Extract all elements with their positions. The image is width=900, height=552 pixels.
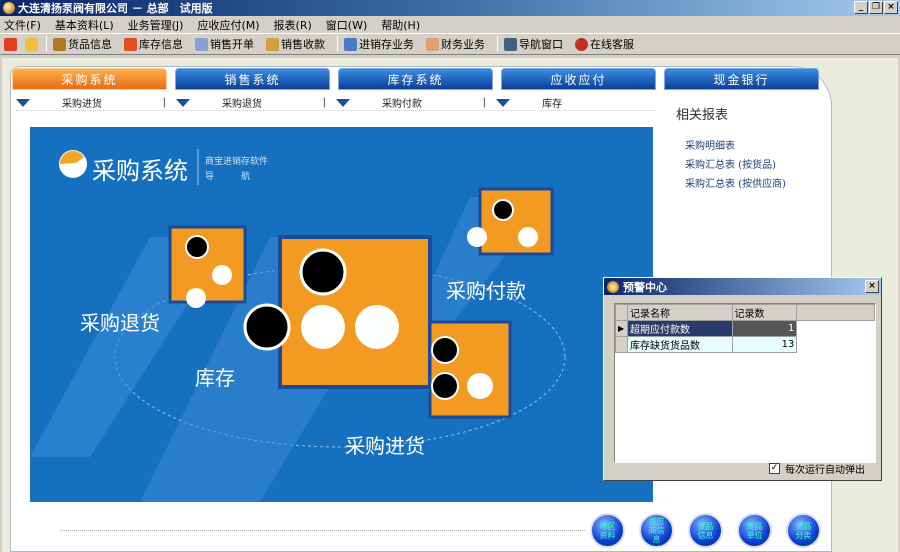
shortcut-region[interactable]: 地区资料 — [590, 513, 625, 548]
toolbar-goods-info[interactable]: 货品信息 — [53, 36, 112, 52]
alert-grid: 记录名称 记录数 ▶ 超期应付款数 1 库存缺货货品数 13 — [614, 303, 876, 463]
minimize-button[interactable]: _ — [854, 1, 868, 14]
cube-return — [168, 225, 247, 308]
divider — [60, 530, 585, 531]
navigation-icon — [504, 37, 517, 51]
subnav-purchase-in[interactable]: 采购进货 | — [16, 95, 176, 110]
banner-subtitle: 商宝进销存软件 — [205, 157, 269, 167]
inventory-business-icon — [344, 37, 357, 51]
power-icon — [4, 37, 17, 51]
reports-heading: 相关报表 — [676, 108, 729, 123]
related-reports: 相关报表 采购明细表 采购汇总表 (按货品) 采购汇总表 (按供应商) — [676, 104, 826, 194]
toolbar-finance[interactable]: 财务业务 — [426, 36, 485, 52]
toolbar-sales-receipt[interactable]: 销售收款 — [266, 36, 325, 52]
tab-receivable-payable[interactable]: 应收应付 — [501, 68, 656, 90]
key-icon — [25, 37, 38, 51]
exit-button[interactable] — [4, 37, 19, 51]
title-bar: 大连清扬泵阀有限公司 － 总部 试用版 _ ❐ × — [0, 0, 900, 16]
flow-label-return[interactable]: 采购退货 — [80, 307, 160, 336]
shortcut-goods-category[interactable]: 货品分类 — [786, 513, 821, 548]
qq-icon — [575, 37, 588, 51]
table-row[interactable]: 库存缺货货品数 13 — [615, 336, 875, 353]
separator — [337, 36, 338, 52]
row-count: 1 — [731, 320, 798, 337]
app-logo-icon — [607, 280, 619, 293]
diamond-icon — [16, 98, 30, 107]
shortcut-goods-info[interactable]: 货品信息 — [688, 513, 723, 548]
auto-popup-checkbox[interactable]: ✓ 每次运行自动弹出 — [769, 461, 865, 476]
table-row[interactable]: ▶ 超期应付款数 1 — [615, 320, 875, 337]
sales-order-icon — [195, 37, 208, 51]
shortcut-goods-unit[interactable]: 货品单位 — [737, 513, 772, 548]
module-tabs: 采购系统 销售系统 库存系统 应收应付 现金银行 — [12, 68, 819, 90]
flow-label-stock[interactable]: 库存 — [195, 362, 235, 391]
diamond-icon — [496, 98, 510, 107]
toolbar-navigation[interactable]: 导航窗口 — [504, 36, 563, 52]
col-name[interactable]: 记录名称 — [626, 304, 733, 321]
cube-pay — [467, 187, 554, 256]
dialog-title: 预警中心 — [623, 280, 667, 294]
banner-nav-label: 导 航 — [205, 172, 251, 182]
row-count: 13 — [731, 336, 798, 353]
alert-center-dialog: 预警中心 × 记录名称 记录数 ▶ 超期应付款数 1 库存缺货货品数 13 ✓ 每… — [603, 277, 882, 481]
close-button[interactable]: × — [884, 1, 898, 14]
toolbar-inventory-business[interactable]: 进销存业务 — [344, 36, 414, 52]
separator — [497, 36, 498, 52]
row-name: 超期应付款数 — [626, 320, 733, 337]
window-title: 大连清扬泵阀有限公司 － 总部 试用版 — [18, 2, 213, 15]
key-button[interactable] — [25, 37, 40, 51]
shortcut-supplier[interactable]: 供应商信息 — [639, 513, 674, 548]
menu-file[interactable]: 文件(F) — [4, 17, 41, 33]
finance-icon — [426, 37, 439, 51]
house-icon — [124, 37, 137, 51]
cube-purchase — [428, 320, 512, 419]
row-name: 库存缺货货品数 — [626, 336, 733, 353]
sales-receipt-icon — [266, 37, 279, 51]
menu-window[interactable]: 窗口(W) — [326, 17, 367, 33]
report-link[interactable]: 采购汇总表 (按货品) — [685, 156, 826, 171]
dialog-title-bar: 预警中心 × — [604, 278, 881, 295]
tab-sales[interactable]: 销售系统 — [175, 68, 330, 90]
diamond-icon — [336, 98, 350, 107]
flow-label-purchase[interactable]: 采购进货 — [345, 430, 425, 459]
banner-title: 采购系统 — [92, 157, 188, 185]
subnav-purchase-payment[interactable]: 采购付款 | — [336, 95, 496, 110]
restore-button[interactable]: ❐ — [869, 1, 883, 14]
separator — [46, 36, 47, 52]
tab-cash-bank[interactable]: 现金银行 — [664, 68, 819, 90]
report-link[interactable]: 采购汇总表 (按供应商) — [685, 175, 826, 190]
menu-reports[interactable]: 报表(R) — [274, 17, 312, 33]
grid-header: 记录名称 记录数 — [615, 304, 875, 321]
menu-bar: 文件(F) 基本资料(L) 业务管理(J) 应收应付(M) 报表(R) 窗口(W… — [0, 16, 900, 33]
toolbar-online-service[interactable]: 在线客服 — [575, 36, 634, 52]
menu-receivable-payable[interactable]: 应收应付(M) — [197, 17, 259, 33]
purchase-flow-banner: 采购系统 商宝进销存软件 导 航 采购退货 库存 采购付款 采购进货 — [30, 127, 653, 502]
diamond-icon — [176, 98, 190, 107]
toolbar-stock-info[interactable]: 库存信息 — [124, 36, 183, 52]
app-logo-icon — [3, 2, 15, 14]
menu-business[interactable]: 业务管理(J) — [128, 17, 184, 33]
shortcut-buttons: 地区资料 供应商信息 货品信息 货品单位 货品分类 — [590, 513, 821, 548]
sub-nav: 采购进货 | 采购退货 | 采购付款 | 库存 — [16, 95, 656, 111]
report-link[interactable]: 采购明细表 — [685, 137, 826, 152]
tab-purchase[interactable]: 采购系统 — [12, 68, 167, 90]
row-pointer-icon: ▶ — [615, 320, 628, 337]
col-count[interactable]: 记录数 — [731, 304, 798, 321]
menu-basic-data[interactable]: 基本资料(L) — [55, 17, 114, 33]
goods-icon — [53, 37, 66, 51]
tab-stock[interactable]: 库存系统 — [338, 68, 493, 90]
toolbar-sales-order[interactable]: 销售开单 — [195, 36, 254, 52]
toolbar: 货品信息 库存信息 销售开单 销售收款 进销存业务 财务业务 导航窗口 在线客服 — [0, 33, 900, 55]
menu-help[interactable]: 帮助(H) — [381, 17, 420, 33]
subnav-stock[interactable]: 库存 — [496, 95, 656, 110]
checkbox-checked-icon: ✓ — [769, 463, 780, 474]
subnav-purchase-return[interactable]: 采购退货 | — [176, 95, 336, 110]
dialog-close-button[interactable]: × — [865, 280, 879, 293]
flow-label-pay[interactable]: 采购付款 — [446, 275, 526, 304]
